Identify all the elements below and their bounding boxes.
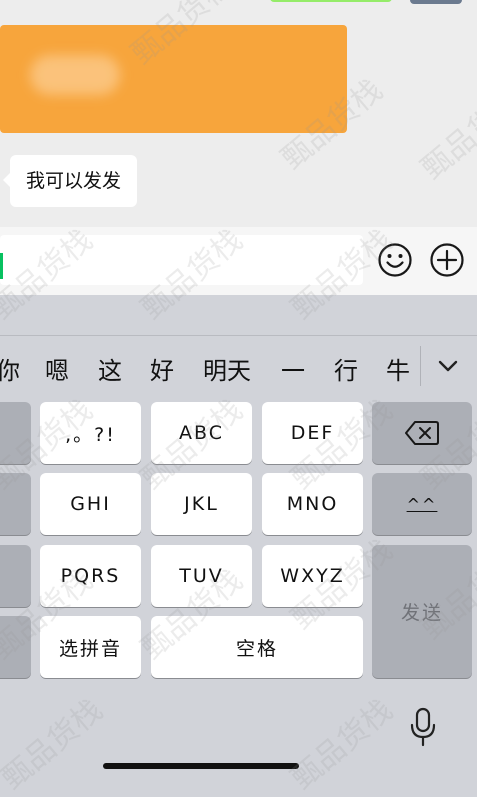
key-punctuation[interactable]: ,。?!: [40, 402, 141, 464]
candidate-divider: [420, 346, 421, 386]
key-abc[interactable]: ABC: [151, 402, 252, 464]
key-label: DEF: [290, 422, 335, 444]
left-function-key[interactable]: [0, 545, 31, 607]
candidate-item[interactable]: 你: [0, 336, 20, 398]
avatar[interactable]: [410, 0, 462, 4]
key-label: TUV: [179, 565, 224, 587]
candidate-bar: 你 嗯 这 好 明天 一 行 牛: [0, 335, 477, 398]
left-function-key[interactable]: [0, 402, 31, 464]
backspace-icon: [405, 421, 439, 445]
home-indicator[interactable]: [103, 763, 299, 769]
key-ghi[interactable]: GHI: [40, 473, 141, 535]
space-key[interactable]: 空格: [151, 616, 363, 678]
emoticon-key[interactable]: ^^: [372, 473, 472, 535]
key-mno[interactable]: MNO: [262, 473, 363, 535]
plus-icon[interactable]: [430, 243, 464, 277]
candidate-item[interactable]: 好: [150, 336, 174, 398]
key-label: PQRS: [60, 565, 121, 587]
candidate-item[interactable]: 行: [334, 336, 358, 398]
key-label: 选拼音: [58, 637, 122, 660]
key-wxyz[interactable]: WXYZ: [262, 545, 363, 607]
key-label: GHI: [70, 493, 111, 515]
chat-area: 我可以发发: [0, 0, 477, 227]
received-message-text: 我可以发发: [26, 170, 122, 192]
key-label: 发送: [400, 602, 443, 624]
key-pqrs[interactable]: PQRS: [40, 545, 141, 607]
key-label: MNO: [286, 493, 339, 515]
key-label: WXYZ: [280, 565, 345, 587]
text-cursor: [0, 253, 3, 279]
emoji-icon[interactable]: [378, 243, 412, 277]
sent-message-bubble[interactable]: [270, 0, 392, 2]
redacted-message-block[interactable]: [0, 25, 347, 133]
candidate-item[interactable]: 一: [281, 336, 305, 398]
select-pinyin-key[interactable]: 选拼音: [40, 616, 141, 678]
key-jkl[interactable]: JKL: [151, 473, 252, 535]
key-label: JKL: [184, 493, 219, 515]
key-label: 空格: [235, 637, 278, 660]
send-key[interactable]: 发送: [372, 545, 472, 678]
message-input[interactable]: [0, 235, 363, 285]
key-def[interactable]: DEF: [262, 402, 363, 464]
candidate-item[interactable]: 明天: [203, 336, 251, 398]
key-label: ABC: [179, 422, 224, 444]
key-label: ,。?!: [65, 423, 116, 446]
candidate-item[interactable]: 这: [98, 336, 122, 398]
key-tuv[interactable]: TUV: [151, 545, 252, 607]
candidate-item[interactable]: 牛: [386, 336, 410, 398]
backspace-key[interactable]: [372, 402, 472, 464]
received-message-bubble[interactable]: 我可以发发: [2, 155, 138, 207]
left-function-key[interactable]: [0, 616, 31, 678]
watermark: 甄品货栈: [285, 692, 400, 797]
candidate-item[interactable]: 嗯: [45, 336, 69, 398]
microphone-icon[interactable]: [408, 707, 438, 747]
key-label: ^^: [406, 494, 438, 514]
chevron-down-icon[interactable]: [432, 350, 464, 382]
left-function-key[interactable]: [0, 473, 31, 535]
input-bar: [0, 227, 477, 295]
watermark: 甄品货栈: [0, 692, 110, 797]
